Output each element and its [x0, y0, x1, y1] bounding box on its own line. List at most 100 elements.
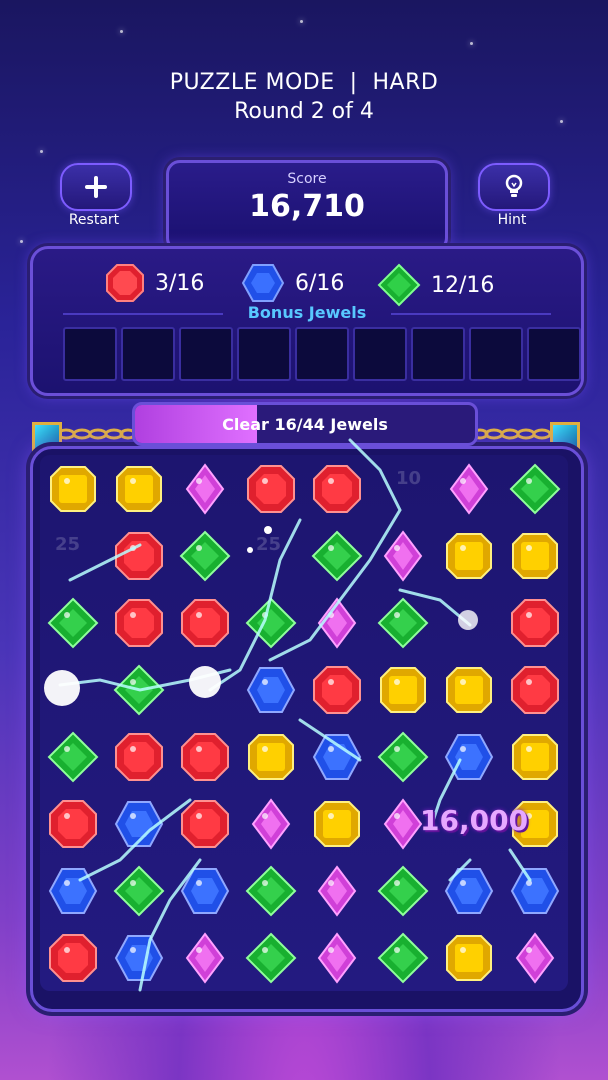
board-cell[interactable]	[436, 924, 502, 991]
purple-gem-icon	[317, 596, 357, 649]
goal-green-count: 12/16	[431, 272, 495, 298]
board-cell[interactable]	[238, 924, 304, 991]
board-cell[interactable]	[40, 723, 106, 790]
board-cell[interactable]	[370, 924, 436, 991]
star	[20, 240, 23, 243]
board-cell[interactable]	[238, 790, 304, 857]
board-cell[interactable]	[40, 656, 106, 723]
board-cell[interactable]	[40, 589, 106, 656]
bonus-slot	[63, 327, 117, 381]
board-cell[interactable]	[370, 522, 436, 589]
board-cell[interactable]	[304, 723, 370, 790]
star	[470, 42, 473, 45]
board-cell[interactable]	[238, 455, 304, 522]
board-cell[interactable]	[436, 522, 502, 589]
board-cell[interactable]	[238, 589, 304, 656]
board-cell[interactable]	[436, 455, 502, 522]
green-gem-icon	[113, 865, 165, 916]
red-gem-icon	[511, 665, 559, 714]
floating-score: 10	[396, 468, 422, 489]
board-cell[interactable]	[172, 723, 238, 790]
board-cell[interactable]	[238, 857, 304, 924]
board-cell[interactable]	[436, 656, 502, 723]
board-cell[interactable]	[172, 656, 238, 723]
board-cell[interactable]	[106, 790, 172, 857]
bonus-slot	[469, 327, 523, 381]
board-cell[interactable]	[40, 790, 106, 857]
board-cell[interactable]	[40, 857, 106, 924]
board-cell[interactable]	[502, 723, 568, 790]
board-cell[interactable]	[436, 589, 502, 656]
board-cell[interactable]	[502, 924, 568, 991]
board-cell[interactable]	[436, 857, 502, 924]
goal-red-count: 3/16	[155, 270, 205, 296]
blue-gem-icon	[180, 867, 230, 914]
restart-button[interactable]	[60, 163, 132, 211]
goal-red: 3/16	[105, 263, 204, 303]
board-cell[interactable]	[370, 589, 436, 656]
board-cell[interactable]	[304, 522, 370, 589]
board-cell[interactable]	[40, 455, 106, 522]
green-gem-icon	[245, 865, 297, 916]
yellow-gem-icon	[116, 465, 162, 512]
board-cell[interactable]	[370, 656, 436, 723]
board-cell[interactable]	[172, 455, 238, 522]
board-cell[interactable]	[502, 857, 568, 924]
hint-label: Hint	[497, 212, 527, 228]
red-gem-icon	[247, 464, 295, 513]
board-cell[interactable]	[106, 589, 172, 656]
board-cell[interactable]	[172, 589, 238, 656]
board-cell[interactable]	[238, 656, 304, 723]
bonus-slot	[353, 327, 407, 381]
red-gem-icon	[313, 464, 361, 513]
floating-score: 25	[256, 534, 282, 555]
restart-label: Restart	[68, 212, 120, 228]
board-cell[interactable]	[40, 522, 106, 589]
hint-button[interactable]	[478, 163, 550, 211]
board-cell[interactable]	[304, 656, 370, 723]
green-gem-icon	[47, 731, 99, 782]
green-gem-icon	[377, 932, 429, 983]
board-cell[interactable]	[436, 723, 502, 790]
blue-gem-icon	[444, 867, 494, 914]
board-cell[interactable]	[238, 723, 304, 790]
bonus-jewels-label: Bonus Jewels	[247, 303, 367, 322]
board-cell[interactable]	[40, 924, 106, 991]
board-cell[interactable]	[106, 924, 172, 991]
board-cell[interactable]	[370, 723, 436, 790]
plus-icon	[85, 176, 107, 198]
board-cell[interactable]	[238, 522, 304, 589]
board-cell[interactable]	[106, 857, 172, 924]
board-cell[interactable]	[502, 522, 568, 589]
board-cell[interactable]	[502, 656, 568, 723]
red-gem-icon	[115, 732, 163, 781]
gem-grid[interactable]	[40, 455, 568, 991]
red-gem-icon	[181, 598, 229, 647]
board-cell[interactable]	[304, 589, 370, 656]
board-cell[interactable]	[106, 522, 172, 589]
board-cell[interactable]	[502, 455, 568, 522]
green-gem-icon	[245, 597, 297, 648]
score-value: 16,710	[249, 189, 365, 224]
board-cell[interactable]	[304, 924, 370, 991]
score-label: Score	[287, 171, 327, 187]
red-gem-icon	[115, 598, 163, 647]
blue-gem-icon	[510, 867, 560, 914]
board-cell[interactable]	[172, 924, 238, 991]
floating-score: 25	[55, 534, 81, 555]
board-cell[interactable]	[172, 857, 238, 924]
board-cell[interactable]	[106, 656, 172, 723]
board-cell[interactable]	[502, 589, 568, 656]
board-cell[interactable]	[304, 790, 370, 857]
board-cell[interactable]	[106, 455, 172, 522]
board-cell[interactable]	[106, 723, 172, 790]
yellow-gem-icon	[446, 666, 492, 713]
board-cell[interactable]	[304, 857, 370, 924]
board-cell[interactable]	[370, 857, 436, 924]
green-gem-icon	[377, 731, 429, 782]
board-cell[interactable]	[304, 455, 370, 522]
blue-gem-icon	[241, 264, 285, 302]
board-cell[interactable]	[172, 522, 238, 589]
board-cell[interactable]	[172, 790, 238, 857]
score-popup: 16,000	[420, 804, 529, 837]
